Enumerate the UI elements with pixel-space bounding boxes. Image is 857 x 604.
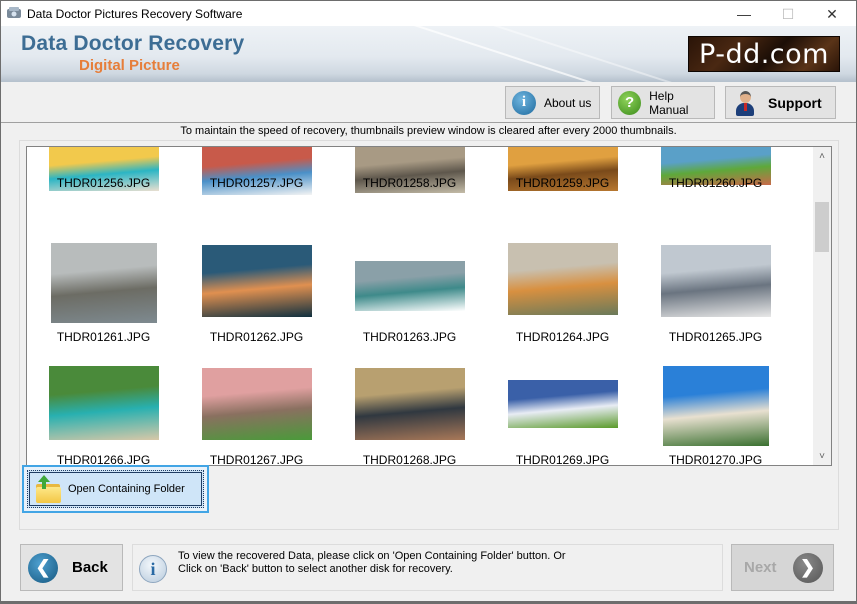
scrollbar-thumb[interactable] xyxy=(815,202,829,252)
vertical-scrollbar[interactable]: ˄ ˅ xyxy=(813,147,831,465)
header-banner: Data Doctor Recovery Digital Picture P-d… xyxy=(1,26,856,82)
window-border-left xyxy=(0,26,1,604)
help-manual-label: Help Manual xyxy=(649,88,689,117)
about-us-label: About us xyxy=(544,95,592,110)
thumbnail-image xyxy=(48,366,159,440)
app-icon xyxy=(7,7,21,18)
thumbnail-image xyxy=(201,368,312,440)
thumbnail-filename: THDR01269.JPG xyxy=(515,453,610,466)
support-person-icon xyxy=(734,90,756,116)
next-button[interactable]: Next ❯ xyxy=(731,544,834,591)
info-line-2: Click on 'Back' button to select another… xyxy=(178,563,453,575)
thumbnail-filename: THDR01258.JPG xyxy=(362,176,457,190)
thumbnail-image xyxy=(507,243,618,315)
chevron-right-icon: ❯ xyxy=(792,552,823,583)
banner-decoration xyxy=(165,26,737,82)
thumbnail-item[interactable]: THDR01267.JPG xyxy=(180,366,333,465)
thumbnail-notice: To maintain the speed of recovery, thumb… xyxy=(180,125,677,137)
thumbnail-item[interactable]: THDR01262.JPG xyxy=(180,243,333,363)
thumbnail-item[interactable]: THDR01258.JPG xyxy=(333,147,486,241)
thumbnail-item[interactable]: THDR01268.JPG xyxy=(333,366,486,466)
thumbnail-image xyxy=(507,380,618,428)
thumbnail-item[interactable]: THDR01269.JPG xyxy=(486,366,639,466)
minimize-button[interactable]: — xyxy=(721,1,767,27)
thumbnail-item[interactable]: THDR01263.JPG xyxy=(333,243,486,363)
folder-open-icon xyxy=(34,475,62,503)
divider xyxy=(1,122,856,123)
thumbnail-image xyxy=(201,245,312,317)
thumbnail-gallery[interactable]: THDR01256.JPG THDR01257.JPG THDR01258.JPG T… xyxy=(26,146,832,466)
support-button[interactable]: Support xyxy=(725,86,836,119)
support-label: Support xyxy=(768,94,822,111)
thumbnail-filename: THDR01262.JPG xyxy=(209,330,304,344)
title-bar: Data Doctor Pictures Recovery Software —… xyxy=(0,0,857,26)
open-containing-folder-button[interactable]: Open Containing Folder xyxy=(27,470,204,508)
thumbnail-item[interactable]: THDR01256.JPG xyxy=(27,147,180,241)
brand-subtitle: Digital Picture xyxy=(79,57,180,74)
about-us-button[interactable]: i About us xyxy=(505,86,600,119)
thumbnail-filename: THDR01263.JPG xyxy=(362,330,457,344)
info-icon: i xyxy=(512,90,536,115)
close-button[interactable]: ✕ xyxy=(809,1,855,27)
scroll-down-icon[interactable]: ˅ xyxy=(813,447,831,465)
scroll-up-icon[interactable]: ˄ xyxy=(813,147,831,165)
help-manual-button[interactable]: ? Help Manual xyxy=(611,86,715,119)
thumbnail-filename: THDR01260.JPG xyxy=(668,176,763,190)
thumbnail-image xyxy=(660,245,771,317)
maximize-button[interactable]: ☐ xyxy=(765,1,811,27)
thumbnail-item[interactable]: THDR01260.JPG xyxy=(639,147,792,241)
thumbnail-filename: THDR01261.JPG xyxy=(56,330,151,344)
thumbnail-image xyxy=(50,243,157,323)
brand-title: Data Doctor Recovery xyxy=(21,32,245,55)
back-label: Back xyxy=(72,559,108,576)
back-button[interactable]: ❮ Back xyxy=(20,544,123,591)
thumbnail-filename: THDR01257.JPG xyxy=(209,176,304,190)
thumbnail-image xyxy=(662,366,769,446)
thumbnail-filename: THDR01259.JPG xyxy=(515,176,610,190)
brand-logo[interactable]: P-dd.com xyxy=(688,36,840,72)
thumbnail-item[interactable]: THDR01257.JPG xyxy=(180,147,333,241)
thumbnail-filename: THDR01264.JPG xyxy=(515,330,610,344)
thumbnail-item[interactable]: THDR01265.JPG xyxy=(639,243,792,363)
info-message: To view the recovered Data, please click… xyxy=(178,550,566,576)
thumbnail-filename: THDR01268.JPG xyxy=(362,453,457,466)
thumbnail-image xyxy=(354,368,465,440)
thumbnail-item[interactable]: THDR01264.JPG xyxy=(486,243,639,363)
thumbnail-item[interactable]: THDR01270.JPG xyxy=(639,366,792,466)
thumbnail-item[interactable]: THDR01259.JPG xyxy=(486,147,639,241)
thumbnail-item[interactable]: THDR01261.JPG xyxy=(27,243,180,363)
chevron-left-icon: ❮ xyxy=(28,552,58,583)
thumbnail-filename: THDR01256.JPG xyxy=(56,176,151,190)
info-line-1: To view the recovered Data, please click… xyxy=(178,550,566,562)
question-icon: ? xyxy=(618,90,642,115)
thumbnail-item[interactable]: THDR01266.JPG xyxy=(27,366,180,465)
open-containing-folder-label: Open Containing Folder xyxy=(68,483,185,495)
info-icon: i xyxy=(139,555,167,583)
thumbnail-image xyxy=(354,261,465,311)
window-title: Data Doctor Pictures Recovery Software xyxy=(27,7,243,21)
thumbnail-filename: THDR01265.JPG xyxy=(668,330,763,344)
next-label: Next xyxy=(744,559,777,576)
thumbnail-filename: THDR01270.JPG xyxy=(668,453,763,466)
info-panel: i To view the recovered Data, please cli… xyxy=(132,544,723,591)
open-folder-focus-ring: Open Containing Folder xyxy=(22,465,209,513)
